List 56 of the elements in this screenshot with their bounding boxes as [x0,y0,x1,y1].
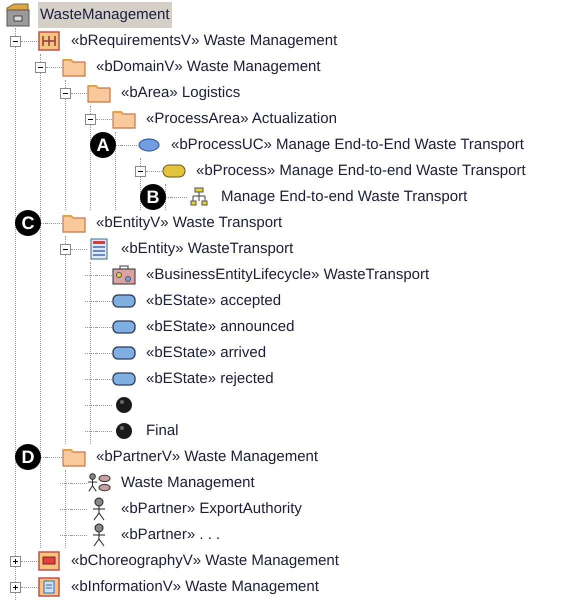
tree-item-label[interactable]: «bArea» Logistics [119,82,242,104]
pill-icon [162,164,186,178]
dot-icon [115,396,133,414]
tree-item-label[interactable]: WasteManagement [38,2,172,28]
tree-item-label[interactable]: «BusinessEntityLifecycle» WasteTransport [144,264,432,286]
rounded-rectangle-icon [112,294,136,308]
stick-figure-icon [91,523,107,547]
tree-item-label[interactable]: «bPartnerV» Waste Management [94,446,320,468]
tree-item-label[interactable]: «bEntity» WasteTransport [119,238,296,260]
folder-icon [87,83,111,103]
briefcase-icon [112,265,136,285]
tree-item-label[interactable]: «bEState» rejected [144,368,276,390]
folder-icon [62,447,86,467]
window-icon [38,551,60,571]
table-icon [90,238,108,260]
callout-badge: D [15,444,41,470]
rounded-rectangle-icon [112,372,136,386]
callout-badge: C [15,210,41,236]
tree-item-label[interactable]: Waste Management [119,472,257,494]
callout-badge: B [140,184,166,210]
tree-item-label[interactable]: «bEState» announced [144,316,296,338]
rounded-rectangle-icon [112,320,136,334]
people-icon [87,472,111,494]
tree-item-label[interactable]: «bEntityV» Waste Transport [94,212,284,234]
tree-item-label[interactable]: «bPartner» ExportAuthority [119,498,304,520]
tree-item-label[interactable]: «bDomainV» Waste Management [94,56,323,78]
collapse-toggle[interactable] [60,244,71,254]
diagram-icon [38,31,60,51]
collapse-toggle[interactable] [10,36,21,46]
tree-item-label[interactable]: «bEState» arrived [144,342,268,364]
document-icon [38,577,60,597]
rounded-rectangle-icon [112,346,136,360]
hierarchy-icon [190,187,208,207]
collapse-toggle[interactable] [60,88,71,98]
callout-badge: A [90,132,116,158]
tree-item-label[interactable]: «bEState» accepted [144,290,284,312]
tree-item-label[interactable]: «bChoreographyV» Waste Management [69,550,341,572]
tree-item-label[interactable]: «bInformationV» Waste Management [69,576,321,598]
expand-toggle[interactable] [10,556,21,566]
tree-item-label[interactable]: «bRequirementsV» Waste Management [69,30,340,52]
tree-item-label[interactable]: «bProcessUC» Manage End-to-End Waste Transport [169,134,526,156]
folder-icon [62,213,86,233]
expand-toggle[interactable] [10,582,21,592]
tree-item-label[interactable]: «bProcess» Manage End-to-end Waste Transport [194,160,528,182]
ellipse-icon [138,138,160,152]
collapse-toggle[interactable] [135,166,146,176]
dot-icon [115,422,133,440]
collapse-toggle[interactable] [35,62,46,72]
collapse-toggle[interactable] [85,114,96,124]
tree-item-label[interactable]: «ProcessArea» Actualization [144,108,339,130]
tree-item-label[interactable]: Manage End-to-end Waste Transport [219,186,470,208]
tree-item-label[interactable]: «bPartner» . . . [119,524,222,546]
stick-figure-icon [91,497,107,521]
folder-icon [112,109,136,129]
tree-item-label[interactable]: Final [144,420,181,442]
folder-icon [62,57,86,77]
